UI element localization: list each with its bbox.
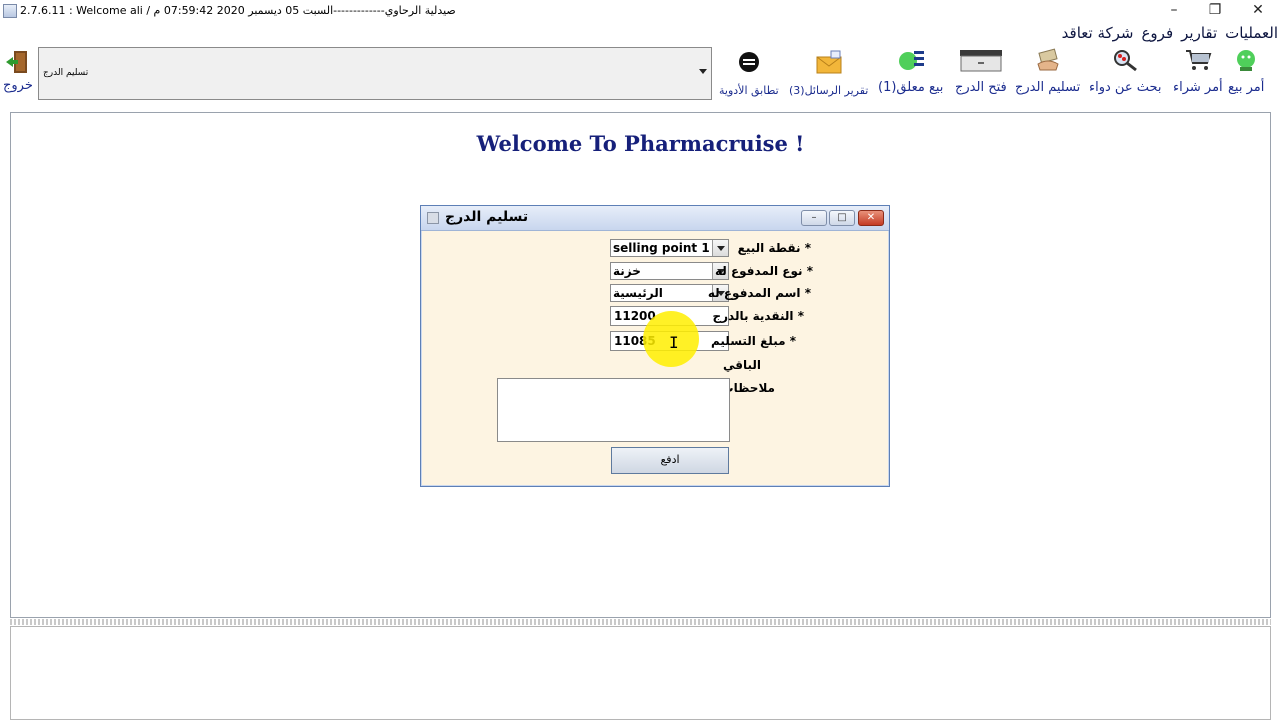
window-title: 2.7.6.11 : Welcome ali / صيدلية الرحاوي-… [20, 4, 456, 17]
sell-order-icon [1237, 50, 1256, 71]
selling-point-label: * نقطة البيع [738, 241, 811, 255]
toolbar-purchase-order[interactable]: أمر شراء [1173, 48, 1223, 95]
menu-reports[interactable]: تقارير [1181, 24, 1217, 42]
payee-name-label: * اسم المدفوع له [708, 286, 811, 300]
selling-point-label-text: نقطة البيع [737, 241, 801, 255]
dialog-title: تسليم الدرج [445, 209, 529, 225]
notes-textarea[interactable] [497, 378, 730, 442]
restore-button[interactable]: ❐ [1192, 0, 1238, 22]
text-cursor-icon: I [669, 333, 679, 352]
menu-operations[interactable]: العمليات [1225, 24, 1278, 42]
pending-sale-icon [898, 51, 924, 70]
exit-door-icon [5, 51, 27, 73]
payee-name-label-text: اسم المدفوع له [707, 286, 801, 300]
messages-icon [816, 50, 842, 74]
search-medicine-icon [1114, 50, 1138, 72]
dialog-minimize-button[interactable]: – [801, 210, 827, 226]
dialog-title-bar[interactable]: تسليم الدرج – □ ✕ [421, 206, 889, 231]
app-icon [3, 4, 17, 18]
toolbar-label: فتح الدرج [955, 80, 1007, 95]
toolbar-messages-report[interactable]: تقرير الرسائل(3) [789, 50, 868, 97]
cash-drawer-icon [959, 50, 1002, 72]
menu-contract-company[interactable]: شركة تعاقد [1062, 24, 1134, 42]
dialog-close-button[interactable]: ✕ [858, 210, 884, 226]
toolbar-label: بحث عن دواء [1089, 80, 1162, 95]
chevron-down-icon [699, 69, 707, 74]
required-mark: * [806, 264, 813, 278]
toolbar-search-medicine[interactable]: بحث عن دواء [1089, 48, 1161, 95]
menu-bar: العمليات تقارير فروع شركة تعاقد [1054, 24, 1278, 44]
toolbar-open-drawer[interactable]: فتح الدرج [955, 48, 1007, 95]
exit-button[interactable]: خروج [3, 50, 33, 93]
payee-type-label-text: نوع المدفوع له [714, 264, 803, 278]
bottom-panel [10, 626, 1271, 720]
toolbar-sell-order[interactable]: أمر بيع [1228, 48, 1264, 95]
screen-combo[interactable]: تسليم الدرج [38, 47, 712, 100]
delivery-amount-label: * مبلغ التسليم [711, 334, 796, 348]
toolbar-label: بيع معلق(1) [878, 80, 944, 95]
payee-type-select[interactable]: خزنة [610, 262, 729, 280]
remaining-label: الباقي [722, 358, 761, 372]
toolbar-hand-over-drawer[interactable]: تسليم الدرج [1015, 48, 1080, 95]
hand-over-drawer-icon [1037, 48, 1059, 71]
toolbar-pending-sale[interactable]: بيع معلق(1) [878, 48, 943, 95]
dialog-maximize-button[interactable]: □ [829, 210, 855, 226]
screen-combo-value: تسليم الدرج [43, 68, 89, 78]
payee-name-value: الرئيسية [613, 286, 663, 300]
delivery-amount-label-text: مبلغ التسليم [710, 334, 786, 348]
toolbar-label: تسليم الدرج [1015, 80, 1081, 95]
selling-point-value: selling point 1 [613, 241, 710, 255]
toolbar-label: أمر شراء [1173, 80, 1223, 95]
toolbar-label: تقرير الرسائل(3) [789, 84, 869, 97]
cash-in-drawer-label: * النقدية بالدرج [712, 309, 804, 323]
minimize-button[interactable]: – [1151, 0, 1197, 22]
dialog-app-icon [427, 212, 439, 224]
toolbar-match-medicines[interactable]: تطابق الأدوية [719, 50, 779, 97]
splitter-handle[interactable] [10, 619, 1271, 625]
match-icon [738, 52, 759, 72]
menu-branches[interactable]: فروع [1141, 24, 1173, 42]
payee-type-value: خزنة [613, 264, 641, 278]
pay-button[interactable]: ادفع [611, 447, 729, 474]
cash-in-drawer-label-text: النقدية بالدرج [712, 309, 794, 323]
required-mark: * [804, 241, 811, 255]
selling-point-select[interactable]: selling point 1 [610, 239, 729, 257]
title-bar: 2.7.6.11 : Welcome ali / صيدلية الرحاوي-… [0, 0, 1280, 22]
chevron-down-icon [712, 240, 728, 256]
close-window-button[interactable]: ✕ [1235, 0, 1280, 22]
toolbar-label: أمر بيع [1228, 80, 1265, 95]
required-mark: * [789, 334, 796, 348]
payee-type-label: * نوع المدفوع له [715, 264, 813, 278]
required-mark: * [797, 309, 804, 323]
cart-icon [1185, 50, 1212, 70]
toolbar-label: تطابق الأدوية [719, 84, 779, 97]
welcome-heading: Welcome To Pharmacruise ! [476, 131, 805, 156]
required-mark: * [804, 286, 811, 300]
exit-label: خروج [3, 78, 33, 93]
